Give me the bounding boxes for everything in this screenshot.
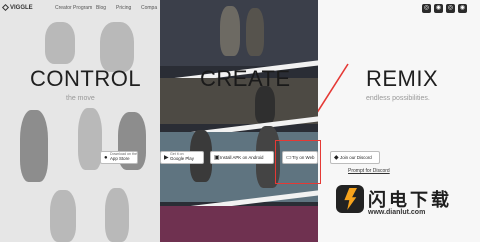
android-icon: ▣: [214, 155, 220, 161]
person-figure: [105, 188, 129, 242]
nav-creator-program[interactable]: Creator Program: [55, 5, 92, 11]
play-icon: ▶: [164, 155, 169, 161]
nav-company[interactable]: Compa: [141, 5, 157, 11]
dance-scene-bottom: [160, 206, 318, 242]
join-discord-button[interactable]: ◆ Join our Discord: [330, 151, 380, 164]
apple-icon: ●: [104, 155, 108, 161]
google-play-button[interactable]: ▶ Get it on Google Play: [160, 151, 204, 164]
woman-figure: [100, 22, 134, 72]
man-figure: [50, 190, 76, 242]
google-play-label: Google Play: [170, 155, 194, 161]
install-apk-label: Install APK on Android: [220, 155, 264, 160]
social-icon[interactable]: ◉: [458, 4, 467, 13]
control-panel: CONTROL the move: [0, 0, 160, 242]
watermark: 闪电下载 www.dianlut.com: [336, 183, 478, 225]
control-subtitle: the move: [66, 95, 95, 102]
annotation-arrow: [318, 63, 349, 113]
woman-figure: [78, 108, 102, 170]
social-icon[interactable]: ◎: [446, 4, 455, 13]
discord-icon: ◆: [334, 155, 339, 161]
highlight-box: [275, 140, 321, 184]
install-apk-button[interactable]: ▣ Install APK on Android: [210, 151, 274, 164]
watermark-logo-icon: [336, 185, 364, 213]
control-title: CONTROL: [30, 66, 142, 91]
nav-pricing[interactable]: Pricing: [116, 5, 131, 11]
nav-blog[interactable]: Blog: [96, 5, 106, 11]
woman-figure: [20, 110, 48, 182]
app-store-label: App Store: [110, 155, 130, 161]
annotation-arrow-line: [318, 63, 349, 113]
social-icon[interactable]: ◉: [434, 4, 443, 13]
app-store-button[interactable]: ● Download on the App Store: [100, 151, 138, 164]
logo-icon: [1, 3, 10, 12]
man-figure: [45, 22, 75, 64]
lightning-icon: [344, 188, 357, 210]
social-icon[interactable]: ◎: [422, 4, 431, 13]
create-panel: CREATE: [160, 0, 318, 242]
create-title: CREATE: [200, 66, 291, 91]
logo[interactable]: VIGGLE: [10, 5, 33, 11]
watermark-url: www.dianlut.com: [368, 209, 426, 216]
prompt-discord-link[interactable]: Prompt for Discord: [348, 168, 390, 174]
join-discord-label: Join our Discord: [340, 155, 372, 160]
top-bar: VIGGLE Creator Program Blog Pricing Comp…: [0, 0, 480, 16]
